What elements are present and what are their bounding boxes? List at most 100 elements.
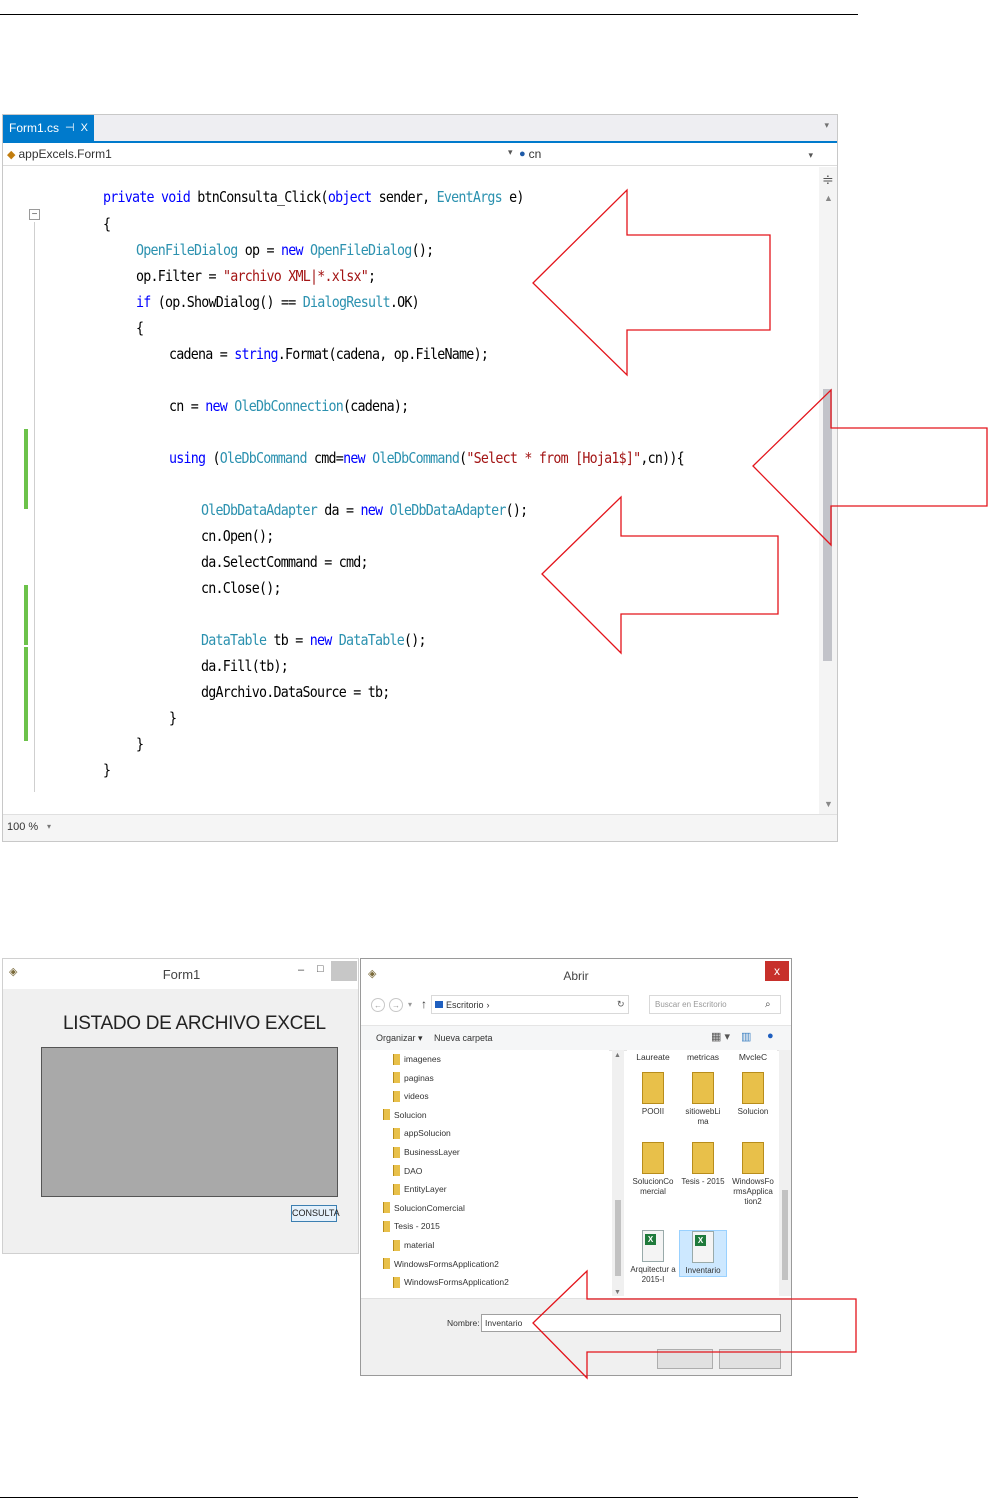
tree-item-label: BusinessLayer [404, 1147, 460, 1157]
scroll-down-icon[interactable]: ▼ [614, 1289, 621, 1296]
code-line: if (op.ShowDialog() == DialogResult.OK) [136, 290, 420, 314]
scroll-thumb[interactable] [823, 389, 832, 661]
tree-item[interactable]: Solucion [383, 1108, 427, 1122]
tree-item[interactable]: videos [393, 1089, 429, 1103]
minimize-icon[interactable]: – [298, 964, 304, 976]
folder-icon [383, 1202, 390, 1214]
chevron-down-icon[interactable]: ▾ [508, 147, 513, 158]
code-text-area[interactable]: − private void btnConsulta_Click(object … [3, 167, 821, 815]
code-token: da.Fill(tb); [201, 657, 289, 675]
close-button[interactable] [331, 961, 357, 981]
cancel-button[interactable] [719, 1349, 781, 1369]
code-line: OpenFileDialog op = new OpenFileDialog()… [136, 238, 435, 262]
code-token: new [343, 449, 366, 467]
up-arrow-icon[interactable]: ↑ [421, 997, 427, 1011]
scroll-up-icon[interactable]: ▲ [824, 193, 833, 203]
tree-item[interactable]: BusinessLayer [393, 1145, 460, 1159]
tree-item[interactable]: DAO [393, 1164, 422, 1178]
address-path: Escritorio [446, 999, 484, 1010]
address-bar[interactable]: Escritorio › [431, 995, 629, 1014]
preview-pane-icon[interactable]: ▥ [741, 1030, 751, 1043]
code-token: EventArgs [436, 188, 503, 206]
file-label: sitiowebLi ma [685, 1107, 721, 1126]
scroll-up-icon[interactable]: ▲ [614, 1052, 621, 1059]
maximize-icon[interactable]: □ [317, 963, 324, 975]
tree-item[interactable]: WindowsFormsApplication2 [383, 1257, 499, 1271]
folder-item[interactable]: Tesis - 2015 [679, 1142, 727, 1187]
code-token: DialogResult [302, 293, 391, 311]
dialog-nav-bar: ← → ▾ ↑ Escritorio › ↻ Buscar en Escrito… [361, 993, 791, 1019]
chevron-down-icon[interactable]: ▾ [808, 150, 813, 161]
scroll-thumb[interactable] [615, 1200, 621, 1276]
open-button[interactable] [657, 1349, 713, 1369]
folder-icon [393, 1165, 400, 1177]
zoom-level[interactable]: 100 % [7, 821, 38, 833]
tree-item[interactable]: EntityLayer [393, 1182, 447, 1196]
code-token: "Select * from [Hoja1$]" [466, 449, 641, 467]
excel-file-item[interactable]: Inventario [679, 1230, 727, 1277]
tree-item[interactable]: paginas [393, 1071, 434, 1085]
back-icon[interactable]: ← [371, 998, 385, 1012]
member-dropdown[interactable]: ● cn ▾ [519, 146, 819, 162]
code-token: op = [237, 241, 282, 259]
tree-item[interactable]: WindowsFormsApplication2 [393, 1275, 509, 1289]
code-token: (); [411, 241, 435, 259]
folder-item[interactable]: POOII [629, 1072, 677, 1117]
refresh-icon[interactable]: ↻ [617, 999, 625, 1010]
folder-item[interactable]: SolucionCo mercial [629, 1142, 677, 1197]
folder-icon [742, 1072, 764, 1104]
tree-item[interactable]: imagenes [393, 1052, 441, 1066]
folder-item[interactable]: sitiowebLi ma [679, 1072, 727, 1127]
pin-icon[interactable]: ⊣ [65, 115, 75, 141]
file-name-input[interactable]: Inventario [481, 1314, 781, 1332]
new-folder-button[interactable]: Nueva carpeta [434, 1033, 493, 1043]
path-separator-icon: › [486, 999, 490, 1010]
vertical-scrollbar[interactable]: ≑ ▲ ▼ [819, 167, 837, 815]
data-grid[interactable] [41, 1047, 338, 1197]
folder-item[interactable]: Solucion [729, 1072, 777, 1117]
open-file-dialog: ◈ Abrir x ← → ▾ ↑ Escritorio › ↻ Buscar … [360, 958, 792, 1376]
tree-item[interactable]: SolucionComercial [383, 1201, 465, 1215]
organizar-menu[interactable]: Organizar ▾ [376, 1033, 423, 1044]
file-name[interactable]: metricas [679, 1052, 727, 1062]
search-icon[interactable]: ⌕ [765, 999, 771, 1010]
chevron-down-icon[interactable]: ▾ [408, 1000, 412, 1009]
consulta-button[interactable]: CONSULTA [291, 1205, 340, 1222]
file-name[interactable]: MvcleC [729, 1052, 777, 1062]
excel-file-item[interactable]: Arquitectur a 2015-I [629, 1230, 677, 1285]
view-options-icon[interactable]: ▦ ▾ [711, 1030, 730, 1043]
search-input[interactable]: Buscar en Escritorio [649, 995, 781, 1014]
scroll-down-icon[interactable]: ▼ [824, 799, 833, 809]
code-token: DataTable [201, 631, 267, 649]
scroll-thumb[interactable] [782, 1190, 788, 1280]
files-scrollbar[interactable] [779, 1050, 791, 1296]
code-token: .OK) [389, 293, 420, 311]
chevron-down-icon[interactable]: ▾ [47, 822, 51, 831]
close-button[interactable]: x [765, 961, 789, 981]
code-token: { [136, 319, 144, 337]
tab-form1-cs[interactable]: Form1.cs ⊣ X [3, 115, 94, 141]
code-token: op.Filter = [136, 267, 224, 285]
close-icon[interactable]: X [81, 115, 88, 141]
tree-item[interactable]: material [393, 1238, 434, 1252]
code-token: OleDbCommand [372, 449, 460, 467]
forward-icon[interactable]: → [389, 998, 403, 1012]
desktop-icon [435, 1001, 443, 1008]
code-line: using (OleDbCommand cmd=new OleDbCommand… [169, 446, 685, 470]
class-dropdown[interactable]: ◆ appExcels.Form1 [7, 146, 515, 162]
tree-item[interactable]: Tesis - 2015 [383, 1219, 440, 1233]
class-dropdown-value: appExcels.Form1 [18, 147, 112, 161]
split-icon[interactable]: ≑ [822, 171, 834, 188]
help-icon[interactable]: ● [767, 1030, 774, 1042]
collapse-icon[interactable]: − [29, 209, 40, 220]
tree-scrollbar[interactable]: ▲ ▼ [612, 1050, 624, 1296]
code-line: { [103, 212, 111, 236]
folder-icon [393, 1276, 400, 1288]
folder-tree: imagenes paginas videos Solucion appSolucion… [361, 1050, 609, 1296]
file-name[interactable]: Laureate [629, 1052, 677, 1062]
folder-item[interactable]: WindowsFo rmsApplica tion2 [729, 1142, 777, 1207]
tree-item[interactable]: appSolucion [393, 1126, 451, 1140]
tab-overflow-icon[interactable]: ▾ [824, 120, 829, 131]
tree-item-label: WindowsFormsApplication2 [394, 1258, 499, 1269]
